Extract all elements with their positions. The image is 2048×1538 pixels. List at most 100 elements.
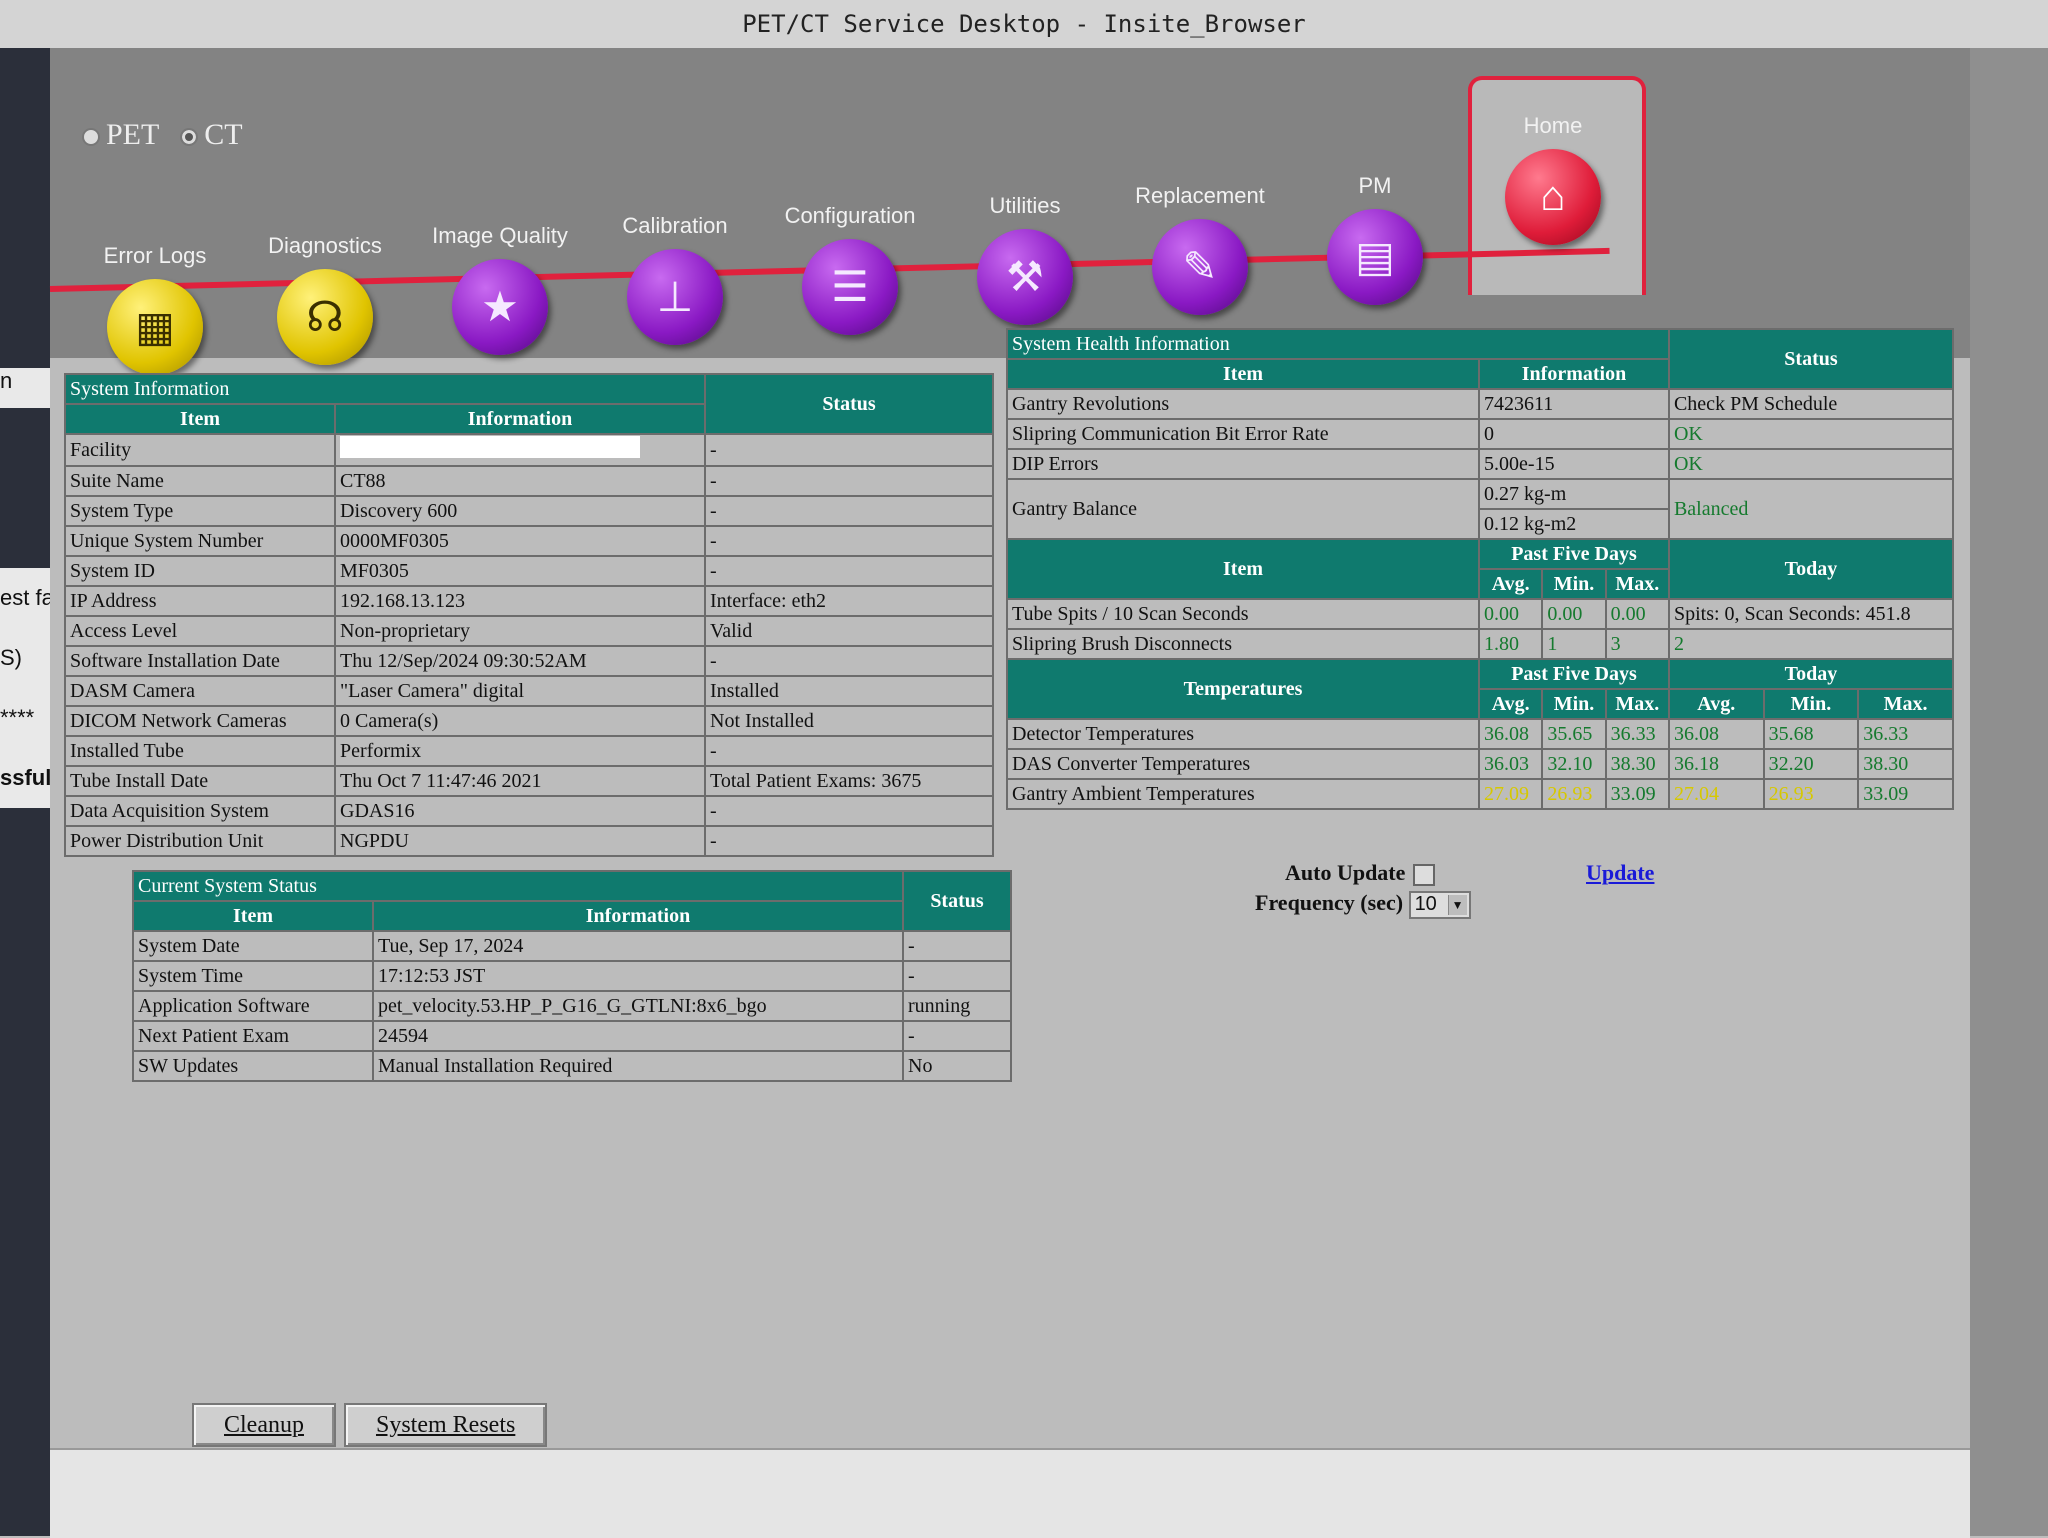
row-item: Installed Tube <box>64 735 336 767</box>
table-row: Installed Tube Performix - <box>64 735 994 767</box>
table-row: Slipring Communication Bit Error Rate 0 OK <box>1005 418 1955 450</box>
table-row: Tube Spits / 10 Scan Seconds 0.00 0.00 0.00… <box>1005 598 1955 630</box>
tab-home[interactable]: Home ⌂ <box>1468 113 1638 245</box>
row-min: 35.65 <box>1541 718 1607 750</box>
table-row: Suite Name CT88- <box>64 465 994 497</box>
tab-error-logs[interactable]: Error Logs ▦ <box>70 243 240 375</box>
row-today-max: 33.09 <box>1857 778 1954 810</box>
row-today-avg: 27.04 <box>1667 778 1765 810</box>
row-info: 192.168.13.123 <box>334 585 706 617</box>
table-row: Gantry Ambient Temperatures 27.09 26.93 33.… <box>1005 778 1954 810</box>
chevron-down-icon[interactable]: ▼ <box>1447 894 1467 915</box>
table-row: DAS Converter Temperatures 36.03 32.10 38.3… <box>1005 748 1954 780</box>
row-item: Application Software <box>132 990 374 1022</box>
row-avg: 27.09 <box>1478 778 1544 810</box>
row-item: System ID <box>64 555 336 587</box>
row-item: Gantry Revolutions <box>1005 388 1481 420</box>
monitor-star-icon[interactable]: ★ <box>452 259 548 355</box>
stethoscope-icon[interactable]: ☊ <box>277 269 373 365</box>
window-title: PET/CT Service Desktop - Insite_Browser <box>0 0 2048 50</box>
row-info: Tue, Sep 17, 2024 <box>372 930 904 962</box>
checklist-icon[interactable]: ☰ <box>802 239 898 335</box>
row-max: 3 <box>1604 628 1670 660</box>
row-item: DICOM Network Cameras <box>64 705 336 737</box>
row-avg: 36.03 <box>1478 748 1544 780</box>
row-info: CT88 <box>334 465 706 497</box>
tab-utilities[interactable]: Utilities ⚒ <box>940 193 1110 325</box>
row-info: NGPDU <box>334 825 706 857</box>
frequency-value: 10 <box>1414 892 1437 915</box>
row-status: - <box>704 555 994 587</box>
update-link[interactable]: Update <box>1586 860 1654 886</box>
caliper-icon[interactable]: ⊥ <box>627 249 723 345</box>
home-icon[interactable]: ⌂ <box>1505 149 1601 245</box>
max-header: Max. <box>1857 688 1954 720</box>
toolbox-icon[interactable]: ⚒ <box>977 229 1073 325</box>
max-header: Max. <box>1604 688 1670 720</box>
table-row: IP Address 192.168.13.123 Interface: eth2 <box>64 585 994 617</box>
row-today: Spits: 0, Scan Seconds: 451.8 <box>1667 598 1955 630</box>
frequency-select[interactable]: 10 ▼ <box>1408 890 1471 919</box>
row-today-avg: 36.18 <box>1667 748 1765 780</box>
monitor-bezel-bottom <box>50 1448 1970 1538</box>
table-row: Power Distribution Unit NGPDU - <box>64 825 994 857</box>
table-row: Data Acquisition System GDAS16- <box>64 795 994 827</box>
system-resets-button[interactable]: System Resets <box>343 1403 548 1447</box>
table-row: Unique System Number 0000MF0305- <box>64 525 994 557</box>
nav-tabs: Error Logs ▦ Diagnostics ☊ Image Quality… <box>50 113 1610 375</box>
row-item: Facility <box>64 433 336 467</box>
row-status: OK <box>1667 448 1955 480</box>
row-status: Total Patient Exams: 3675 <box>704 765 994 797</box>
background-fragment: n <box>0 368 50 408</box>
row-item: Next Patient Exam <box>132 1020 374 1052</box>
temperatures-header: Temperatures <box>1005 658 1481 720</box>
system-health-caption: System Health Information <box>1006 328 1670 360</box>
auto-update-checkbox[interactable] <box>1413 863 1436 886</box>
table-row: Next Patient Exam 24594- <box>132 1020 1012 1052</box>
frequency-label: Frequency (sec) <box>1255 890 1404 915</box>
row-info: 0000MF0305 <box>334 525 706 557</box>
row-item: Tube Install Date <box>64 765 336 797</box>
current-system-status-panel: Current System Status Status Item Inform… <box>132 870 1012 1082</box>
row-status: - <box>704 645 994 677</box>
wrench-icon[interactable]: ✎ <box>1152 219 1248 315</box>
row-info: 7423611 <box>1478 388 1670 420</box>
row-item: System Date <box>132 930 374 962</box>
service-desktop-window: PET CT Error Logs ▦ Diagnostics ☊ Image … <box>49 48 1970 1448</box>
information-header: Information <box>1478 358 1670 390</box>
table-row: Detector Temperatures 36.08 35.65 36.33 36.0… <box>1005 718 1954 750</box>
row-status: Interface: eth2 <box>704 585 994 617</box>
cleanup-button[interactable]: Cleanup <box>192 1403 336 1447</box>
tab-replacement[interactable]: Replacement ✎ <box>1115 183 1285 315</box>
status-header: Status <box>1667 328 1955 390</box>
tab-diagnostics[interactable]: Diagnostics ☊ <box>240 233 410 365</box>
table-row: Facility - <box>64 433 994 467</box>
row-info: 0.27 kg-m <box>1478 478 1670 510</box>
row-status: Check PM Schedule <box>1667 388 1955 420</box>
row-avg: 1.80 <box>1478 628 1544 660</box>
avg-header: Avg. <box>1478 568 1544 600</box>
item-header: Item <box>1005 538 1481 600</box>
tab-pm[interactable]: PM ▤ <box>1290 173 1460 305</box>
row-status: - <box>704 465 994 497</box>
current-system-status-table: Current System Status Status Item Inform… <box>132 870 1012 1082</box>
tab-calibration[interactable]: Calibration ⊥ <box>590 213 760 345</box>
tab-label: Replacement <box>1135 183 1265 208</box>
row-item: Data Acquisition System <box>64 795 336 827</box>
tab-configuration[interactable]: Configuration ☰ <box>765 203 935 335</box>
row-info: Non-proprietary <box>334 615 706 647</box>
row-max: 38.30 <box>1604 748 1670 780</box>
row-status: - <box>704 433 994 467</box>
table-row: DASM Camera "Laser Camera" digital Install… <box>64 675 994 707</box>
clipboard-wrench-icon[interactable]: ▤ <box>1327 209 1423 305</box>
table-row: Access Level Non-proprietary Valid <box>64 615 994 647</box>
spreadsheet-icon[interactable]: ▦ <box>107 279 203 375</box>
row-info: 5.00e-15 <box>1478 448 1670 480</box>
table-row: Slipring Brush Disconnects 1.80 1 3 2 <box>1005 628 1955 660</box>
row-item: System Type <box>64 495 336 527</box>
row-item: System Time <box>132 960 374 992</box>
table-row: Application Software pet_velocity.53.HP_P… <box>132 990 1012 1022</box>
tab-image-quality[interactable]: Image Quality ★ <box>415 223 585 355</box>
row-today-min: 26.93 <box>1762 778 1860 810</box>
tab-label: Image Quality <box>432 223 568 248</box>
